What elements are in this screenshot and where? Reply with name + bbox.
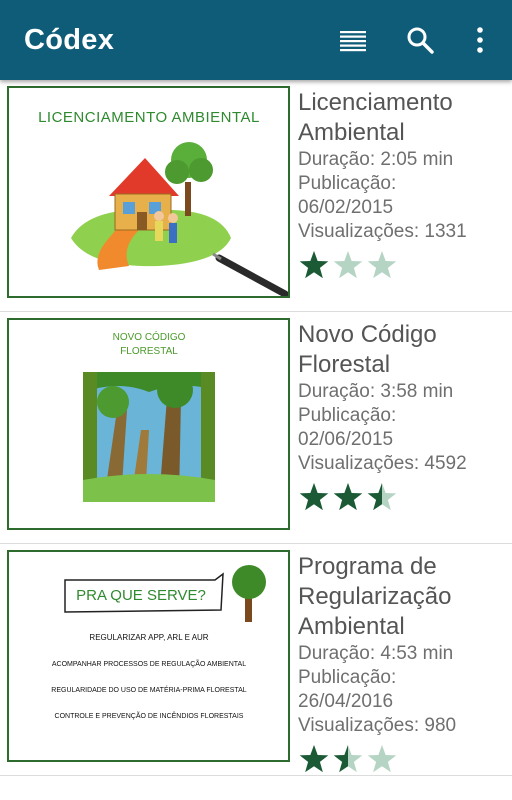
list-icon (340, 31, 366, 52)
app-bar: Códex (0, 0, 512, 80)
video-card-regularizacao[interactable]: PRA QUE SERVE? REGULARIZAR APP, ARL E AU… (0, 544, 512, 776)
video-info: Novo Código Florestal Duração: 3:58 min … (298, 320, 508, 512)
star-icon (299, 483, 329, 511)
thumbnail-caption: LICENCIAMENTO AMBIENTAL (38, 109, 260, 126)
thumbnail-caption: NOVO CÓDIGO (113, 330, 186, 343)
video-info: Programa de Regularização Ambiental Dura… (298, 552, 508, 774)
star-icon (333, 483, 363, 511)
video-info: Licenciamento Ambiental Duração: 2:05 mi… (298, 88, 508, 280)
star-icon (333, 745, 363, 773)
star-icon (367, 483, 397, 511)
star-icon (333, 251, 363, 279)
video-views: Visualizações: 1331 (298, 221, 467, 242)
more-vertical-icon (477, 27, 483, 53)
app-title: Códex (24, 24, 115, 56)
star-icon (299, 745, 329, 773)
search-button[interactable] (400, 20, 440, 60)
video-list: LICENCIAMENTO AMBIENTAL Licenciamento Am… (0, 80, 512, 776)
list-view-button[interactable] (333, 20, 373, 60)
video-publication-date: 02/06/2015 (298, 429, 394, 450)
video-publication-label: Publicação: (298, 173, 397, 194)
video-views: Visualizações: 980 (298, 715, 457, 736)
video-duration: Duração: 4:53 min (298, 643, 454, 664)
rating-stars (298, 744, 508, 774)
video-title: Licenciamento Ambiental (298, 89, 453, 146)
video-publication-date: 06/02/2015 (298, 197, 394, 218)
video-card-codigo-florestal[interactable]: NOVO CÓDIGO FLORESTAL Novo Código Flores… (0, 312, 512, 544)
thumbnail-line: ACOMPANHAR PROCESSOS DE REGULAÇÃO AMBIEN… (52, 659, 246, 668)
star-icon (367, 745, 397, 773)
thumbnail-line: REGULARIDADE DO USO DE MATÉRIA-PRIMA FLO… (51, 685, 246, 694)
thumbnail-line: REGULARIZAR APP, ARL E AUR (89, 633, 208, 642)
video-publication-date: 26/04/2016 (298, 691, 394, 712)
video-duration: Duração: 2:05 min (298, 149, 454, 170)
thumbnail-line: CONTROLE E PREVENÇÃO DE INCÊNDIOS FLORES… (55, 711, 244, 720)
thumbnail-heading: PRA QUE SERVE? (76, 587, 206, 604)
rating-stars (298, 250, 508, 280)
thumbnail-caption-2: FLORESTAL (120, 346, 178, 357)
video-views: Visualizações: 4592 (298, 453, 467, 474)
video-thumbnail[interactable]: NOVO CÓDIGO FLORESTAL (7, 318, 290, 530)
star-icon (367, 251, 397, 279)
video-card-licenciamento[interactable]: LICENCIAMENTO AMBIENTAL Licenciamento Am… (0, 80, 512, 312)
video-thumbnail[interactable]: LICENCIAMENTO AMBIENTAL (7, 86, 290, 298)
video-publication-label: Publicação: (298, 667, 397, 688)
search-icon (407, 27, 434, 54)
video-thumbnail[interactable]: PRA QUE SERVE? REGULARIZAR APP, ARL E AU… (7, 550, 290, 762)
video-duration: Duração: 3:58 min (298, 381, 454, 402)
rating-stars (298, 482, 508, 512)
star-icon (299, 251, 329, 279)
more-options-button[interactable] (460, 20, 500, 60)
video-title: Novo Código Florestal (298, 321, 437, 378)
video-publication-label: Publicação: (298, 405, 397, 426)
video-title: Programa de Regularização Ambiental (298, 553, 452, 640)
